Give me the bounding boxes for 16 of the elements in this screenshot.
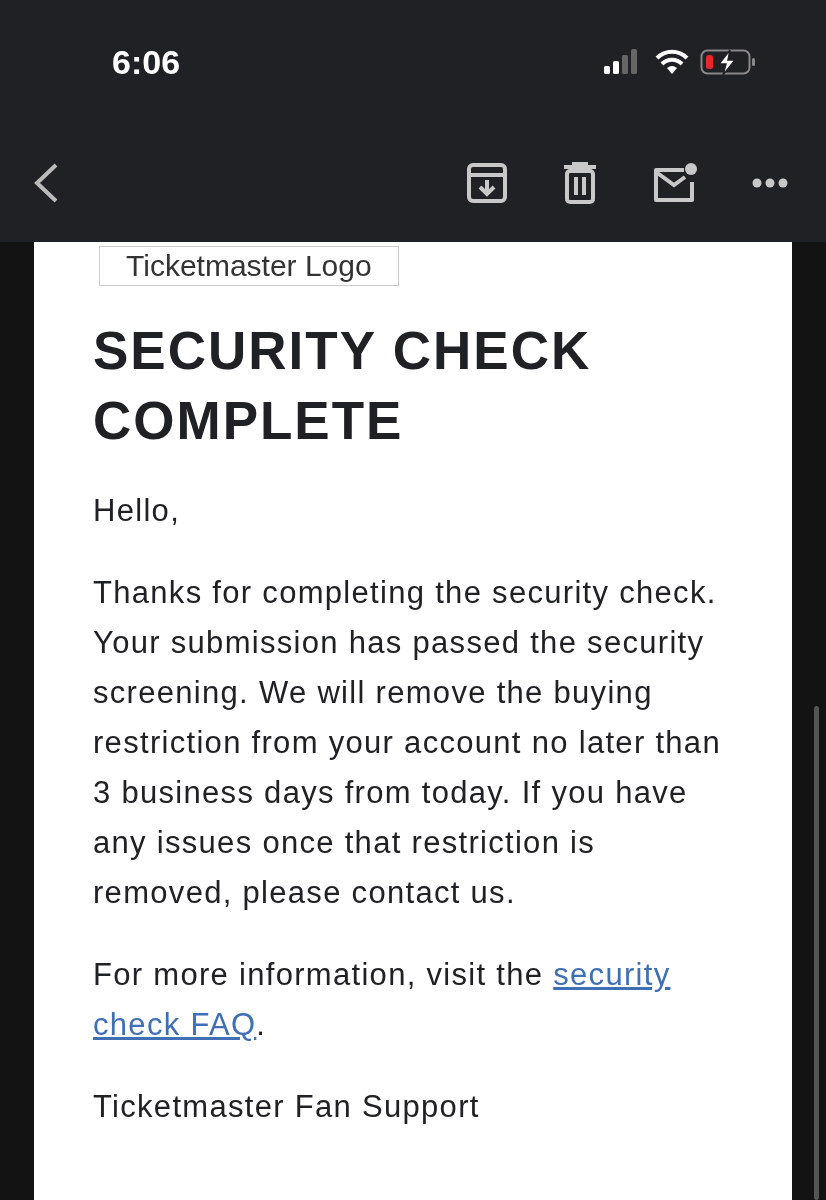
more-button[interactable] xyxy=(752,177,788,189)
wifi-icon xyxy=(654,49,690,75)
back-button[interactable] xyxy=(32,162,60,204)
signature-text: Ticketmaster Fan Support xyxy=(93,1088,481,1126)
email-heading: SECURITY CHECK COMPLETE xyxy=(93,320,593,452)
mark-unread-button[interactable] xyxy=(652,162,698,204)
info-paragraph: For more information, visit the security check FAQ. xyxy=(93,956,672,1044)
archive-button[interactable] xyxy=(466,162,508,204)
body-paragraph: Thanks for completing the security check. Your submission has passed the security screening. We will remove the buying restriction from your account no later than 3 business days from today. If you have any issues once that restriction is removed, please contact us. xyxy=(93,574,722,912)
image-alt-text: Ticketmaster Logo xyxy=(126,249,372,282)
greeting-text: Hello, xyxy=(93,492,182,530)
battery-charging-icon xyxy=(700,48,756,76)
faq-link[interactable]: check FAQ xyxy=(93,1007,257,1042)
status-time: 6:06 xyxy=(112,42,181,82)
delete-button[interactable] xyxy=(562,162,598,204)
faq-link[interactable]: security xyxy=(553,957,671,992)
